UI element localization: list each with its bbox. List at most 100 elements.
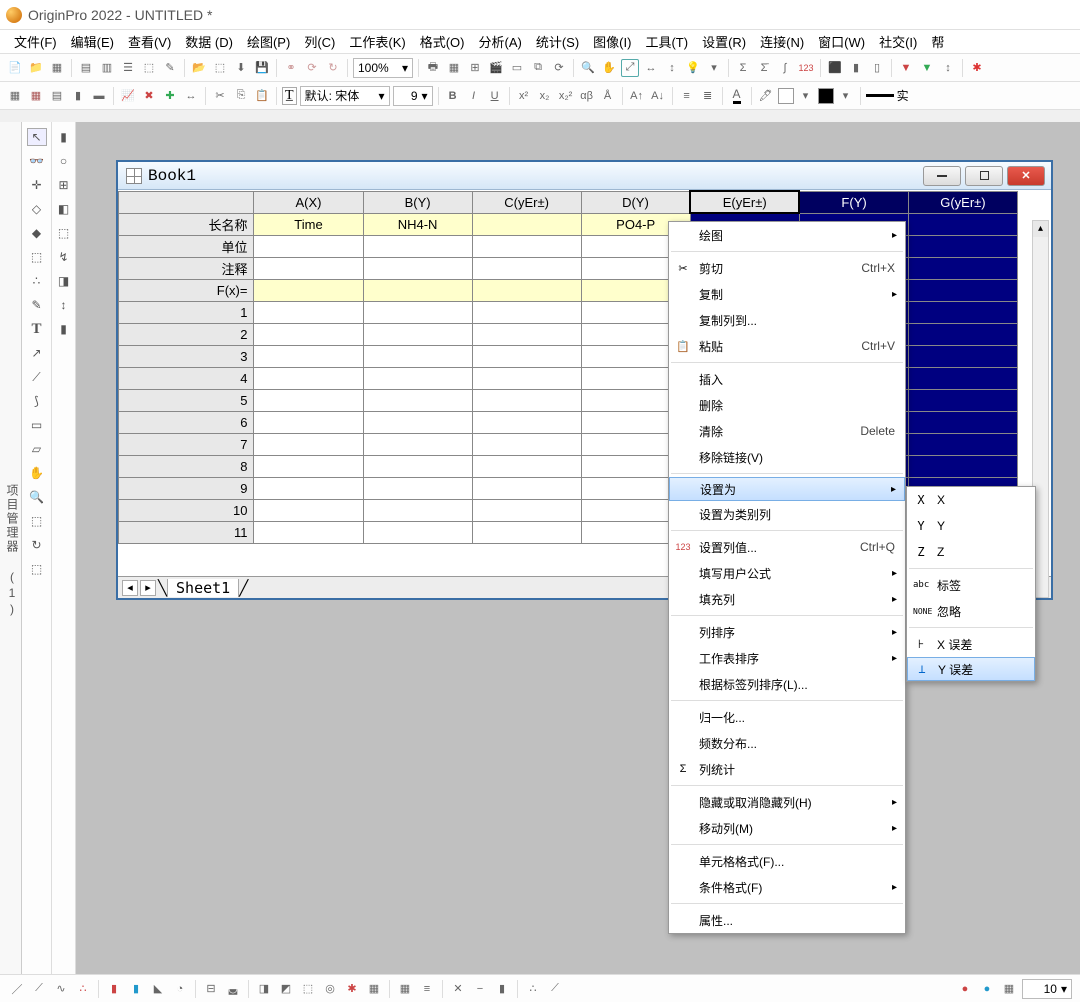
col-header-F[interactable]: F(Y) <box>799 191 908 213</box>
template-icon[interactable]: ▦ <box>365 980 383 998</box>
row-icon[interactable]: ▬ <box>90 87 108 105</box>
new-matrix-icon[interactable]: ▥ <box>98 59 116 77</box>
sparkline-icon[interactable]: 📈 <box>119 87 137 105</box>
print-icon[interactable]: 🖶 <box>424 59 442 77</box>
cut-icon[interactable]: ✂ <box>211 87 229 105</box>
subsup-icon[interactable]: x₂² <box>557 87 575 105</box>
rescale-y-icon[interactable]: ↕ <box>663 59 681 77</box>
merge-icon[interactable]: ⬚ <box>54 224 74 242</box>
movie-icon[interactable]: 🎬 <box>487 59 505 77</box>
plot-line-icon[interactable]: ／ <box>8 980 26 998</box>
minimize-button[interactable] <box>923 166 961 186</box>
ctx-column-statistics[interactable]: Σ列统计 <box>669 756 905 782</box>
sub-set-x[interactable]: XX <box>907 487 1035 513</box>
add-col-icon[interactable]: ✚ <box>161 87 179 105</box>
bars3-icon[interactable]: ▯ <box>868 59 886 77</box>
menu-format[interactable]: 格式(O) <box>414 30 471 53</box>
menu-help[interactable]: 帮 <box>925 30 950 53</box>
line-style-preview[interactable] <box>866 94 894 97</box>
line-color-icon[interactable]: 🖊 <box>757 87 775 105</box>
rowhdr-longname[interactable]: 长名称 <box>119 213 254 235</box>
line-dd-icon[interactable]: ▾ <box>837 87 855 105</box>
wks-icon[interactable]: ▦ <box>6 87 24 105</box>
zoom-combo[interactable]: 100%▾ <box>353 58 413 78</box>
reader-icon[interactable]: ◇ <box>27 200 47 218</box>
filter-icon[interactable]: ▼ <box>897 59 915 77</box>
longname-G[interactable] <box>908 213 1017 235</box>
integral-icon[interactable]: ∫ <box>776 59 794 77</box>
plot-3d1-icon[interactable]: ◨ <box>255 980 273 998</box>
font-combo[interactable]: 默认: 宋体▾ <box>300 86 390 106</box>
light-icon[interactable]: 💡 <box>684 59 702 77</box>
zoom2-tool-icon[interactable]: 🔍 <box>27 488 47 506</box>
sub-icon[interactable]: x₂ <box>536 87 554 105</box>
ctx-sort-column[interactable]: 列排序▸ <box>669 619 905 645</box>
fill-dd-icon[interactable]: ▾ <box>797 87 815 105</box>
plot-scatter-icon[interactable]: ∴ <box>74 980 92 998</box>
sub-set-label[interactable]: abc标签 <box>907 572 1035 598</box>
menu-worksheet[interactable]: 工作表(K) <box>343 30 411 53</box>
plot-bar-icon[interactable]: ▮ <box>105 980 123 998</box>
ctx-normalize[interactable]: 归一化... <box>669 704 905 730</box>
draw-data-icon[interactable]: ✎ <box>27 296 47 314</box>
filter2-icon[interactable]: ▼ <box>918 59 936 77</box>
new-folder-icon[interactable]: 📁 <box>27 59 45 77</box>
sb-x-icon[interactable]: ✕ <box>449 980 467 998</box>
bars2-icon[interactable]: ▮ <box>847 59 865 77</box>
sb-grid-icon[interactable]: ▦ <box>396 980 414 998</box>
close-button[interactable]: ✕ <box>1007 166 1045 186</box>
ctx-set-as[interactable]: 设置为▸ <box>669 477 905 501</box>
sb-line2-icon[interactable]: ⟋ <box>546 980 564 998</box>
menu-window[interactable]: 窗口(W) <box>812 30 871 53</box>
rowhdr-comments[interactable]: 注释 <box>119 257 254 279</box>
arrow-tool-icon[interactable]: ↗ <box>27 344 47 362</box>
longname-B[interactable]: NH4-N <box>363 213 472 235</box>
ctx-frequency-dist[interactable]: 频数分布... <box>669 730 905 756</box>
ctx-set-column-values[interactable]: 123设置列值...Ctrl+Q <box>669 534 905 560</box>
sigma-icon[interactable]: Σ <box>734 59 752 77</box>
glasses-icon[interactable]: 👓 <box>27 152 47 170</box>
sub-set-xerr[interactable]: ⊦X 误差 <box>907 631 1035 657</box>
fx-icon[interactable]: 123 <box>797 59 815 77</box>
col-header-C[interactable]: C(yEr±) <box>472 191 581 213</box>
tab-prev-button[interactable]: ◂ <box>122 580 138 596</box>
align-c-icon[interactable]: ≣ <box>699 87 717 105</box>
menu-analysis[interactable]: 分析(A) <box>472 30 527 53</box>
workbook-titlebar[interactable]: Book1 ✕ <box>118 162 1051 190</box>
font-dec-icon[interactable]: A↓ <box>649 87 667 105</box>
new-project-icon[interactable]: 📄 <box>6 59 24 77</box>
red-dot-icon[interactable]: ● <box>956 980 974 998</box>
ctx-set-as-categorical[interactable]: 设置为类别列 <box>669 501 905 527</box>
region-tool-icon[interactable]: ▱ <box>27 440 47 458</box>
batch-icon[interactable]: ⟳ <box>303 59 321 77</box>
font-color-icon[interactable]: A <box>728 87 746 105</box>
sigma2-icon[interactable]: Σ̄ <box>755 59 773 77</box>
bold-icon[interactable]: B <box>444 87 462 105</box>
ctx-properties[interactable]: 属性... <box>669 907 905 933</box>
menu-statistics[interactable]: 统计(S) <box>530 30 585 53</box>
rowhdr-units[interactable]: 单位 <box>119 235 254 257</box>
maximize-button[interactable] <box>965 166 1003 186</box>
menu-image[interactable]: 图像(I) <box>587 30 637 53</box>
copy-icon[interactable]: ⎘ <box>232 87 250 105</box>
plot-line2-icon[interactable]: ⟋ <box>30 980 48 998</box>
extract-icon[interactable]: ↯ <box>54 248 74 266</box>
menu-plot[interactable]: 绘图(P) <box>241 30 296 53</box>
ctx-paste[interactable]: 📋粘贴Ctrl+V <box>669 333 905 359</box>
save-icon[interactable]: 💾 <box>253 59 271 77</box>
ctx-sort-by-label[interactable]: 根据标签列排序(L)... <box>669 671 905 697</box>
new-graph-icon[interactable]: ▤ <box>77 59 95 77</box>
ctx-plot[interactable]: 绘图▸ <box>669 222 905 248</box>
wks2-icon[interactable]: ▦ <box>27 87 45 105</box>
dropdown-icon[interactable]: ▾ <box>705 59 723 77</box>
plot-box-icon[interactable]: ⊟ <box>202 980 220 998</box>
zoom-tool-icon[interactable]: 🔍 <box>579 59 597 77</box>
blue-dot-icon[interactable]: ● <box>978 980 996 998</box>
ctx-copy[interactable]: 复制▸ <box>669 281 905 307</box>
paste-icon[interactable]: 📋 <box>253 87 271 105</box>
sb-minus-icon[interactable]: − <box>471 980 489 998</box>
rescale-x-icon[interactable]: ↔ <box>642 59 660 77</box>
italic-icon[interactable]: I <box>465 87 483 105</box>
plot-wire-icon[interactable]: ✱ <box>343 980 361 998</box>
sheet-tab[interactable]: Sheet1 <box>167 579 239 597</box>
